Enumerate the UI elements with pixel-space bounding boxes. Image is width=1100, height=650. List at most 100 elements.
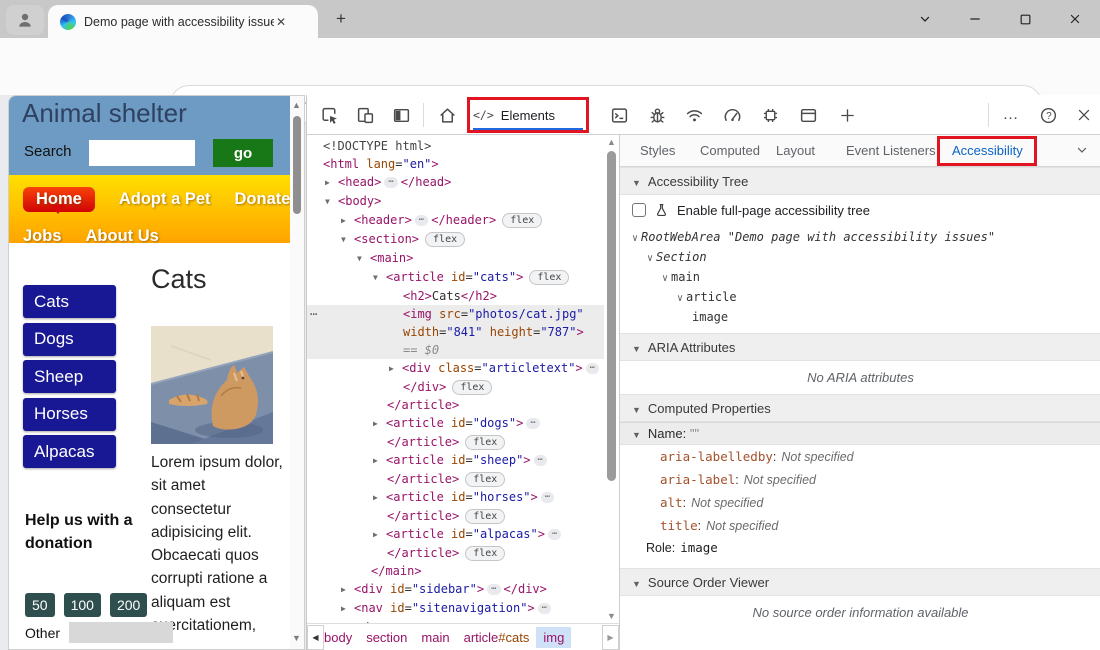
section-aria-attributes[interactable]: ▼ARIA Attributes [620, 333, 1100, 361]
expand-ellipsis-icon[interactable]: ⋯ [534, 455, 547, 466]
node-menu-dots-icon[interactable]: ⋯ [310, 305, 318, 323]
tree-collapsed-arrow-icon[interactable]: ▶ [341, 581, 354, 599]
scrollbar-thumb[interactable] [293, 116, 301, 214]
accessibility-tree-node[interactable]: ∨RootWebArea "Demo page with accessibili… [620, 227, 1100, 247]
dom-scrollbar[interactable]: ▲ ▼ [604, 135, 619, 623]
tab-elements[interactable]: </> Elements [473, 100, 555, 130]
dom-tree-node[interactable]: ⋯<img src="photos/cat.jpg" width="841" h… [307, 305, 604, 359]
dom-tree-node[interactable]: </article> [307, 396, 604, 414]
accessibility-tree-node[interactable]: ∨article [620, 287, 1100, 307]
dom-tree-node[interactable]: ▼<article id="cats">flex [307, 268, 604, 287]
breadcrumb-item[interactable]: section [359, 627, 414, 648]
dom-tree-node[interactable]: ▶<div class="articletext">⋯ [307, 359, 604, 378]
sidebar-tab-styles[interactable]: Styles [640, 143, 675, 158]
breadcrumb-item[interactable]: main [414, 627, 456, 648]
expand-ellipsis-icon[interactable]: ⋯ [541, 492, 554, 503]
device-emulation-icon[interactable] [353, 103, 377, 127]
accessibility-tree-node[interactable]: ∨Section [620, 247, 1100, 267]
tree-expanded-arrow-icon[interactable]: ▼ [357, 250, 370, 268]
tree-expanded-arrow-icon[interactable]: ▼ [373, 269, 386, 287]
debug-bug-icon[interactable] [645, 103, 669, 127]
breadcrumb-item[interactable]: body [324, 627, 359, 648]
page-scrollbar[interactable]: ▲ ▼ [290, 96, 304, 649]
sidebar-button-alpacas[interactable]: Alpacas [23, 435, 116, 468]
breadcrumb-right-icon[interactable]: ▶ [602, 625, 619, 650]
search-input[interactable] [89, 140, 195, 166]
dom-tree-node[interactable]: ▶<head>⋯</head> [307, 173, 604, 192]
expand-ellipsis-icon[interactable]: ⋯ [538, 603, 551, 614]
sidebar-tab-layout[interactable]: Layout [776, 143, 815, 158]
tree-expanded-arrow-icon[interactable]: ▼ [325, 193, 338, 211]
dom-tree-node[interactable]: </article>flex [307, 433, 604, 451]
devtools-more-options-icon[interactable]: … [999, 103, 1023, 127]
home-icon[interactable] [435, 103, 459, 127]
donation-amount-button-100[interactable]: 100 [64, 593, 101, 617]
sidebar-button-cats[interactable]: Cats [23, 285, 116, 318]
nav-item-donate[interactable]: Donate [235, 190, 291, 209]
nav-item-adopt-a-pet[interactable]: Adopt a Pet [119, 190, 211, 209]
performance-icon[interactable] [720, 103, 744, 127]
expand-ellipsis-icon[interactable]: ⋯ [415, 215, 428, 226]
tree-collapsed-arrow-icon[interactable]: ▶ [373, 452, 386, 470]
flex-badge[interactable]: flex [502, 213, 542, 228]
tree-chevron-icon[interactable]: ∨ [647, 253, 653, 264]
tree-collapsed-arrow-icon[interactable]: ▶ [341, 212, 354, 230]
flex-badge[interactable]: flex [425, 232, 465, 247]
tree-chevron-icon[interactable]: ∨ [632, 233, 638, 244]
add-panel-icon[interactable] [835, 103, 859, 127]
dock-side-icon[interactable] [389, 103, 413, 127]
expand-ellipsis-icon[interactable]: ⋯ [586, 363, 599, 374]
computed-name-row[interactable]: ▼Name: "" [620, 422, 1100, 445]
accessibility-tree-node[interactable]: ∨main [620, 267, 1100, 287]
section-computed-properties[interactable]: ▼Computed Properties [620, 394, 1100, 422]
tree-collapsed-arrow-icon[interactable]: ▶ [373, 526, 386, 544]
dom-tree-node[interactable]: ▼<body> [307, 192, 604, 211]
expand-ellipsis-icon[interactable]: ⋯ [526, 418, 539, 429]
breadcrumb-left-icon[interactable]: ◀ [307, 625, 324, 650]
scroll-down-icon[interactable]: ▼ [607, 611, 616, 621]
flex-badge[interactable]: flex [529, 270, 569, 285]
dom-tree-node[interactable]: ▶<nav id="sitenavigation">⋯ [307, 599, 604, 618]
enable-tree-checkbox[interactable] [632, 203, 646, 217]
dom-tree-node[interactable]: <!DOCTYPE html> [307, 137, 604, 155]
breadcrumb-item[interactable]: img [536, 627, 571, 648]
browser-tab[interactable]: Demo page with accessibility issues ✕ [48, 5, 318, 38]
tree-collapsed-arrow-icon[interactable]: ▶ [373, 415, 386, 433]
help-icon[interactable]: ? [1036, 103, 1060, 127]
sidebar-tab-accessibility[interactable]: Accessibility [952, 143, 1023, 158]
dom-tree-node[interactable]: </main> [307, 562, 604, 580]
breadcrumb-item[interactable]: article#cats [457, 627, 537, 648]
scroll-down-icon[interactable]: ▼ [292, 633, 301, 643]
sidebar-button-dogs[interactable]: Dogs [23, 323, 116, 356]
dom-tree-node[interactable]: ▶<header>⋯</header>flex [307, 211, 604, 230]
flex-badge[interactable]: flex [465, 509, 505, 524]
tree-collapsed-arrow-icon[interactable]: ▶ [341, 600, 354, 618]
tree-collapsed-arrow-icon[interactable]: ▶ [373, 489, 386, 507]
sidebar-tab-computed[interactable]: Computed [700, 143, 760, 158]
dom-tree-node[interactable]: </div>flex [307, 378, 604, 396]
tree-chevron-icon[interactable]: ∨ [662, 273, 668, 284]
dom-tree-node[interactable]: </article>flex [307, 470, 604, 488]
dom-tree-node[interactable]: </article>flex [307, 544, 604, 562]
nav-item-home[interactable]: Home [23, 187, 95, 212]
tab-close-icon[interactable]: ✕ [276, 15, 286, 29]
nav-item-about-us[interactable]: About Us [86, 227, 159, 246]
tabs-overflow-chevron-icon[interactable] [1075, 143, 1089, 157]
dom-tree-node[interactable]: ▶<div id="sidebar">⋯</div> [307, 580, 604, 599]
new-tab-button[interactable]: + [330, 8, 352, 30]
dom-tree-node[interactable]: <h2>Cats</h2> [307, 287, 604, 305]
devtools-close-icon[interactable] [1072, 103, 1096, 127]
expand-ellipsis-icon[interactable]: ⋯ [384, 177, 397, 188]
accessibility-tree-node[interactable]: image [620, 307, 1100, 327]
scrollbar-thumb[interactable] [607, 151, 616, 481]
profile-avatar[interactable] [6, 5, 44, 35]
close-window-icon[interactable] [1050, 0, 1100, 38]
application-window-icon[interactable] [796, 103, 820, 127]
sidebar-button-sheep[interactable]: Sheep [23, 360, 116, 393]
dom-tree-node[interactable]: ▶<article id="horses">⋯ [307, 488, 604, 507]
go-button[interactable]: go [213, 139, 273, 167]
other-amount-input[interactable] [69, 622, 173, 643]
sidebar-tab-event-listeners[interactable]: Event Listeners [846, 143, 936, 158]
dom-tree-node[interactable]: ▼<main> [307, 249, 604, 268]
dom-tree-node[interactable]: ▶<article id="dogs">⋯ [307, 414, 604, 433]
